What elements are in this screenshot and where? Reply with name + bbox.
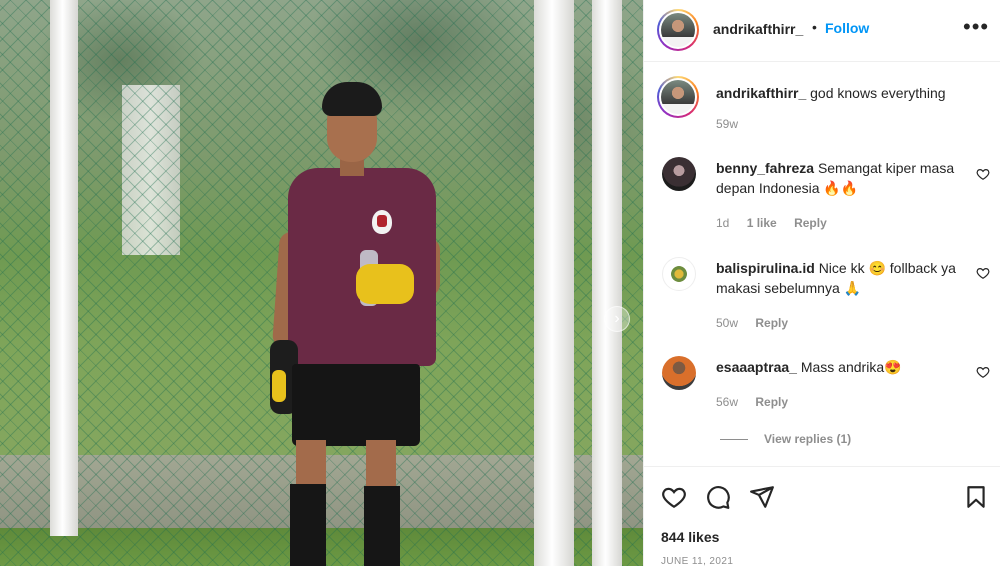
player-sock-left [290, 484, 326, 566]
goal-post-right [592, 0, 622, 566]
comment-meta: 1d 1 like Reply [716, 216, 841, 230]
replies-divider [720, 439, 748, 441]
post-photo: › [0, 0, 643, 566]
comment-meta: 50w Reply [716, 316, 802, 330]
heart-icon[interactable] [976, 365, 990, 379]
comment-timestamp: 50w [716, 316, 739, 330]
comment-text: esaaaptraa_ Mass andrika😍 [716, 357, 966, 377]
heart-icon[interactable] [976, 266, 990, 280]
comment-text: balispirulina.id Nice kk 😊 follback ya m… [716, 258, 966, 298]
post-side-panel: andrikafthirr_ • Follow ••• andrikafthir… [643, 0, 1000, 566]
likes-count[interactable]: 844 likes [661, 529, 719, 545]
caption-timestamp: 59w [716, 117, 739, 131]
comment-icon[interactable] [705, 484, 731, 510]
comment-timestamp: 56w [716, 395, 739, 409]
reply-button[interactable]: Reply [794, 216, 827, 230]
commenter-avatar[interactable] [662, 356, 696, 390]
heart-icon[interactable] [976, 167, 990, 181]
more-options-icon[interactable]: ••• [963, 16, 989, 38]
share-icon[interactable] [749, 484, 775, 510]
caption-username[interactable]: andrikafthirr_ [716, 85, 806, 101]
comment-text: benny_fahreza Semangat kiper masa depan … [716, 158, 966, 198]
carousel-next-button[interactable]: › [604, 306, 630, 332]
author-avatar[interactable] [657, 9, 699, 51]
view-replies-button[interactable]: View replies (1) [720, 432, 851, 446]
commenter-username[interactable]: esaaaptraa_ [716, 359, 797, 375]
caption-avatar[interactable] [657, 76, 699, 118]
post-actions: 844 likes JUNE 11, 2021 [644, 466, 1000, 566]
player-leg-left [296, 440, 326, 490]
chevron-right-icon: › [614, 310, 620, 327]
comment-likes[interactable]: 1 like [747, 216, 777, 230]
commenter-avatar[interactable] [662, 157, 696, 191]
shirt-crest [372, 210, 392, 234]
player-sock-right [364, 486, 400, 566]
reply-button[interactable]: Reply [755, 395, 788, 409]
commenter-username[interactable]: balispirulina.id [716, 260, 815, 276]
comment-timestamp: 1d [716, 216, 730, 230]
commenter-username[interactable]: benny_fahreza [716, 160, 814, 176]
follow-button[interactable]: Follow [825, 20, 869, 36]
bookmark-icon[interactable] [963, 484, 989, 510]
reply-button[interactable]: Reply [755, 316, 788, 330]
post-date: JUNE 11, 2021 [661, 556, 734, 566]
comment-meta: 56w Reply [716, 395, 802, 409]
player-leg-right [366, 440, 396, 490]
commenter-avatar[interactable] [662, 257, 696, 291]
goal-post-center [534, 0, 574, 566]
post-header: andrikafthirr_ • Follow ••• [644, 0, 1000, 62]
heart-icon[interactable] [661, 484, 687, 510]
view-replies-label: View replies (1) [764, 432, 852, 446]
player-shorts [292, 364, 420, 446]
player-hair [322, 82, 382, 116]
glove-right [356, 264, 414, 304]
separator-dot: • [812, 19, 817, 35]
comment-body: Mass andrika😍 [800, 359, 902, 375]
author-username[interactable]: andrikafthirr_ [713, 21, 803, 37]
caption-text: andrikafthirr_ god knows everything [716, 84, 986, 102]
caption-body: god knows everything [810, 85, 946, 101]
